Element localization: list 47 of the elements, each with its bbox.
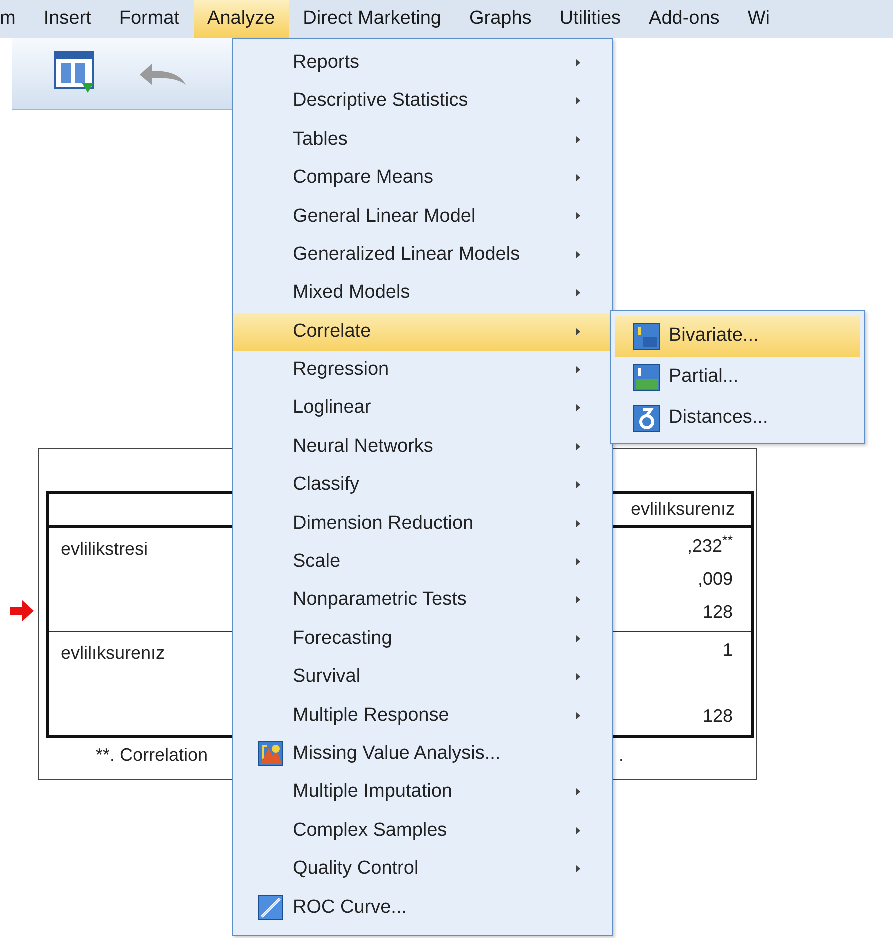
menu-item[interactable]: General Linear Model xyxy=(233,198,612,236)
row-header: evlilıksurenız xyxy=(61,643,166,663)
column-header: evlilıksurenız xyxy=(630,498,735,521)
table-cell: 128 xyxy=(702,602,733,622)
menu-item[interactable]: Reports xyxy=(233,44,612,82)
menu-item[interactable]: Correlate xyxy=(233,312,612,352)
menu-item[interactable]: Neural Networks xyxy=(233,428,612,466)
menu-item[interactable]: Scale xyxy=(233,543,612,582)
arrow-icon xyxy=(10,600,34,622)
footnote: **. Correlation xyxy=(96,744,208,767)
menu-item[interactable]: Compare Means xyxy=(233,159,612,198)
menu-bar-item[interactable]: Direct Marketing xyxy=(289,0,456,38)
menu-item[interactable]: Tables xyxy=(233,120,612,160)
menu-item[interactable]: Classify xyxy=(233,466,612,505)
menu-item[interactable]: Quality Control xyxy=(233,850,612,889)
menu-item[interactable]: ROC Curve... xyxy=(233,888,612,927)
menu-item[interactable]: Forecasting xyxy=(233,620,612,658)
table-cell: ,009 xyxy=(698,569,733,589)
menu-item[interactable]: Dimension Reduction xyxy=(233,504,612,544)
menu-item[interactable]: Generalized Linear Models xyxy=(233,236,612,274)
menu-bar-item[interactable]: Add-ons xyxy=(635,0,734,38)
submenu-item[interactable]: Partial... xyxy=(615,357,860,398)
menu-item[interactable]: Complex Samples xyxy=(233,812,612,850)
menu-bar-item[interactable]: m xyxy=(0,0,30,38)
menu-item[interactable]: Mixed Models xyxy=(233,274,612,313)
table-cell: 1 xyxy=(722,640,733,660)
menu-item[interactable]: Nonparametric Tests xyxy=(233,581,612,620)
footnote: . xyxy=(618,744,624,767)
submenu-item[interactable]: Bivariate... xyxy=(615,316,860,357)
submenu-item[interactable]: Distances... xyxy=(615,398,860,439)
menu-item[interactable]: Multiple Imputation xyxy=(233,773,612,812)
table-cell: ,232$^{**}$ xyxy=(687,536,733,556)
menu-item[interactable]: Missing Value Analysis... xyxy=(233,735,612,774)
menu-item[interactable]: Loglinear xyxy=(233,390,612,428)
menu-bar-item[interactable]: Analyze xyxy=(194,0,290,38)
menu-item[interactable]: Descriptive Statistics xyxy=(233,82,612,121)
row-header: evlilikstresi xyxy=(61,539,148,559)
menu-bar-item[interactable]: Graphs xyxy=(455,0,546,38)
menu-bar-item[interactable]: Format xyxy=(105,0,194,38)
menu-item[interactable]: Multiple Response xyxy=(233,696,612,736)
menu-item[interactable]: Survival xyxy=(233,658,612,697)
menu-bar-item[interactable]: Insert xyxy=(30,0,106,38)
table-cell: 128 xyxy=(702,706,733,726)
menu-bar-item[interactable]: Utilities xyxy=(546,0,636,38)
menu-bar-item[interactable]: Wi xyxy=(734,0,784,38)
roc-curve-icon xyxy=(257,894,285,922)
menu-item[interactable]: Regression xyxy=(233,351,612,390)
